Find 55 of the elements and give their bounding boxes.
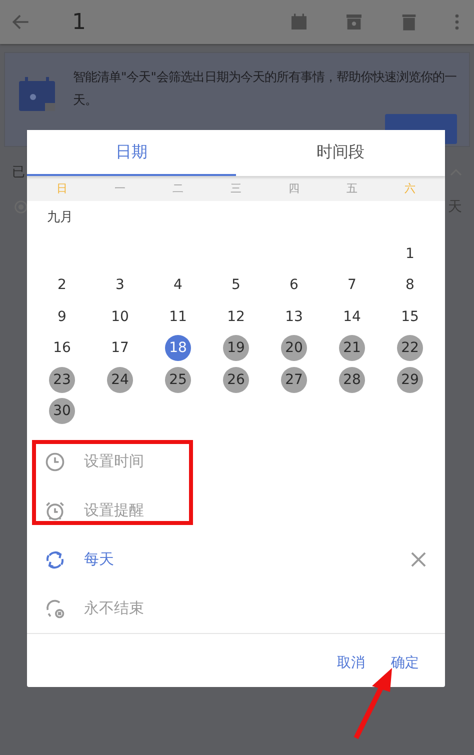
date-cell[interactable]: 16 xyxy=(49,335,75,362)
date-cell[interactable]: 29 xyxy=(397,366,423,393)
date-cell[interactable]: 8 xyxy=(397,272,423,298)
weekday-label: 一 xyxy=(114,181,126,196)
weekday-label: 日 xyxy=(56,181,68,196)
weekday-label: 五 xyxy=(346,181,358,196)
date-cell[interactable]: 13 xyxy=(281,304,307,330)
close-icon[interactable] xyxy=(411,552,426,567)
tip-text: 智能清单"今天"会筛选出日期为今天的所有事情，帮助你快速浏览你的一天。 xyxy=(73,68,457,109)
weekday-label: 二 xyxy=(172,181,184,196)
date-cell[interactable]: 9 xyxy=(49,304,75,330)
repeat-end-icon xyxy=(44,598,66,620)
date-cell[interactable]: 28 xyxy=(339,366,365,393)
date-cell[interactable]: 26 xyxy=(223,366,249,393)
radio-icon[interactable] xyxy=(14,200,28,214)
calendar-icon xyxy=(19,77,55,111)
weekday-label: 六 xyxy=(404,181,416,196)
date-cell[interactable]: 27 xyxy=(281,366,307,393)
date-cell[interactable]: 18 xyxy=(165,335,191,362)
tab[interactable]: 时间段 xyxy=(236,130,445,176)
date-cell[interactable]: 19 xyxy=(223,335,249,362)
month-label: 九月 xyxy=(46,209,74,227)
date-cell[interactable]: 24 xyxy=(107,366,133,393)
date-cell[interactable]: 12 xyxy=(223,304,249,330)
date-cell[interactable]: 21 xyxy=(339,335,365,362)
dialog-button[interactable]: 确定 xyxy=(383,648,427,678)
date-cell[interactable]: 20 xyxy=(281,335,307,362)
date-cell[interactable]: 7 xyxy=(339,272,365,298)
dialog-button[interactable]: 取消 xyxy=(329,648,373,678)
date-cell[interactable]: 3 xyxy=(107,272,133,298)
clock-icon xyxy=(44,450,66,472)
date-cell[interactable]: 14 xyxy=(339,304,365,330)
weekday-label: 三 xyxy=(230,181,242,196)
date-cell[interactable]: 11 xyxy=(165,304,191,330)
date-cell[interactable]: 17 xyxy=(107,335,133,362)
calendar-icon[interactable] xyxy=(289,12,309,32)
date-cell[interactable]: 5 xyxy=(223,272,249,298)
weekday-label: 四 xyxy=(288,181,300,196)
date-cell[interactable]: 6 xyxy=(281,272,307,298)
date-cell[interactable]: 2 xyxy=(49,272,75,298)
date-cell[interactable]: 4 xyxy=(165,272,191,298)
date-cell[interactable]: 22 xyxy=(397,335,423,362)
date-cell[interactable]: 25 xyxy=(165,366,191,393)
alarm-clock-icon xyxy=(44,500,66,522)
more-icon[interactable] xyxy=(454,12,460,32)
list-title: 1 xyxy=(72,10,86,34)
archive-icon[interactable] xyxy=(344,12,364,32)
tab[interactable]: 日期 xyxy=(27,130,236,176)
date-cell[interactable]: 23 xyxy=(49,366,75,393)
repeat-icon xyxy=(44,548,66,570)
option-label[interactable]: 每天 xyxy=(84,550,411,569)
date-cell[interactable]: 15 xyxy=(397,304,423,330)
date-cell[interactable]: 1 xyxy=(397,240,423,267)
date-cell[interactable]: 10 xyxy=(107,304,133,330)
date-cell[interactable]: 30 xyxy=(49,398,75,424)
